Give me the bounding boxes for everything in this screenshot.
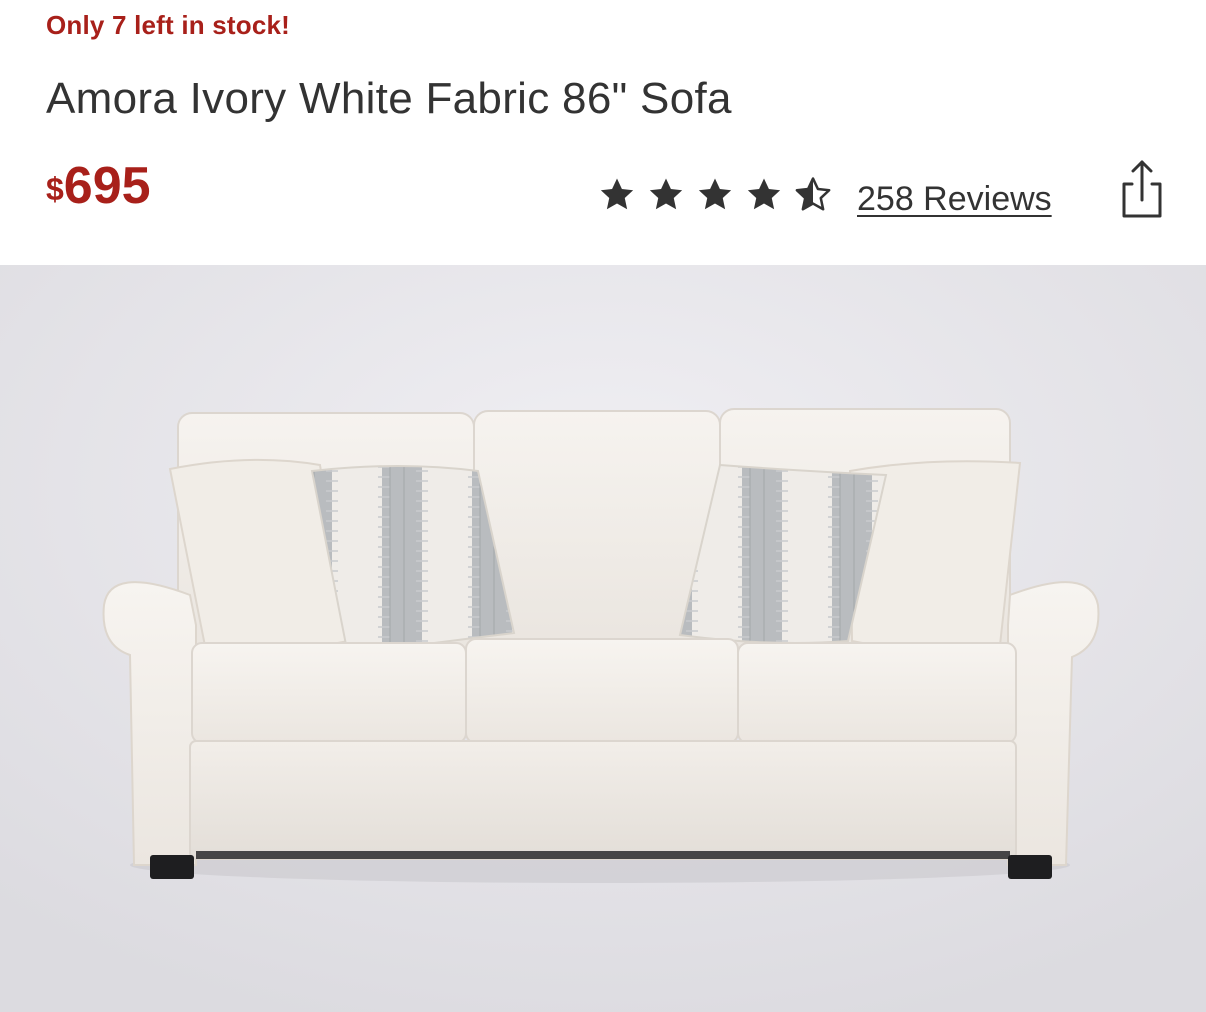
price-amount: 695	[63, 157, 151, 215]
price-currency: $	[46, 171, 64, 207]
stars-container	[598, 176, 832, 214]
stock-alert: Only 7 left in stock!	[46, 10, 291, 40]
star-icon	[696, 176, 734, 214]
share-icon	[1122, 160, 1162, 218]
share-button[interactable]	[1116, 158, 1164, 220]
star-icon	[598, 176, 636, 214]
reviews-link[interactable]: 258 Reviews	[857, 180, 1052, 219]
half-star-icon	[794, 176, 832, 214]
product-title: Amora Ivory White Fabric 86" Sofa	[46, 74, 732, 123]
rating-stars[interactable]	[598, 172, 832, 218]
star-icon	[745, 176, 783, 214]
price: $695	[46, 160, 151, 212]
sofa-product-image	[0, 265, 1206, 1012]
star-icon	[647, 176, 685, 214]
